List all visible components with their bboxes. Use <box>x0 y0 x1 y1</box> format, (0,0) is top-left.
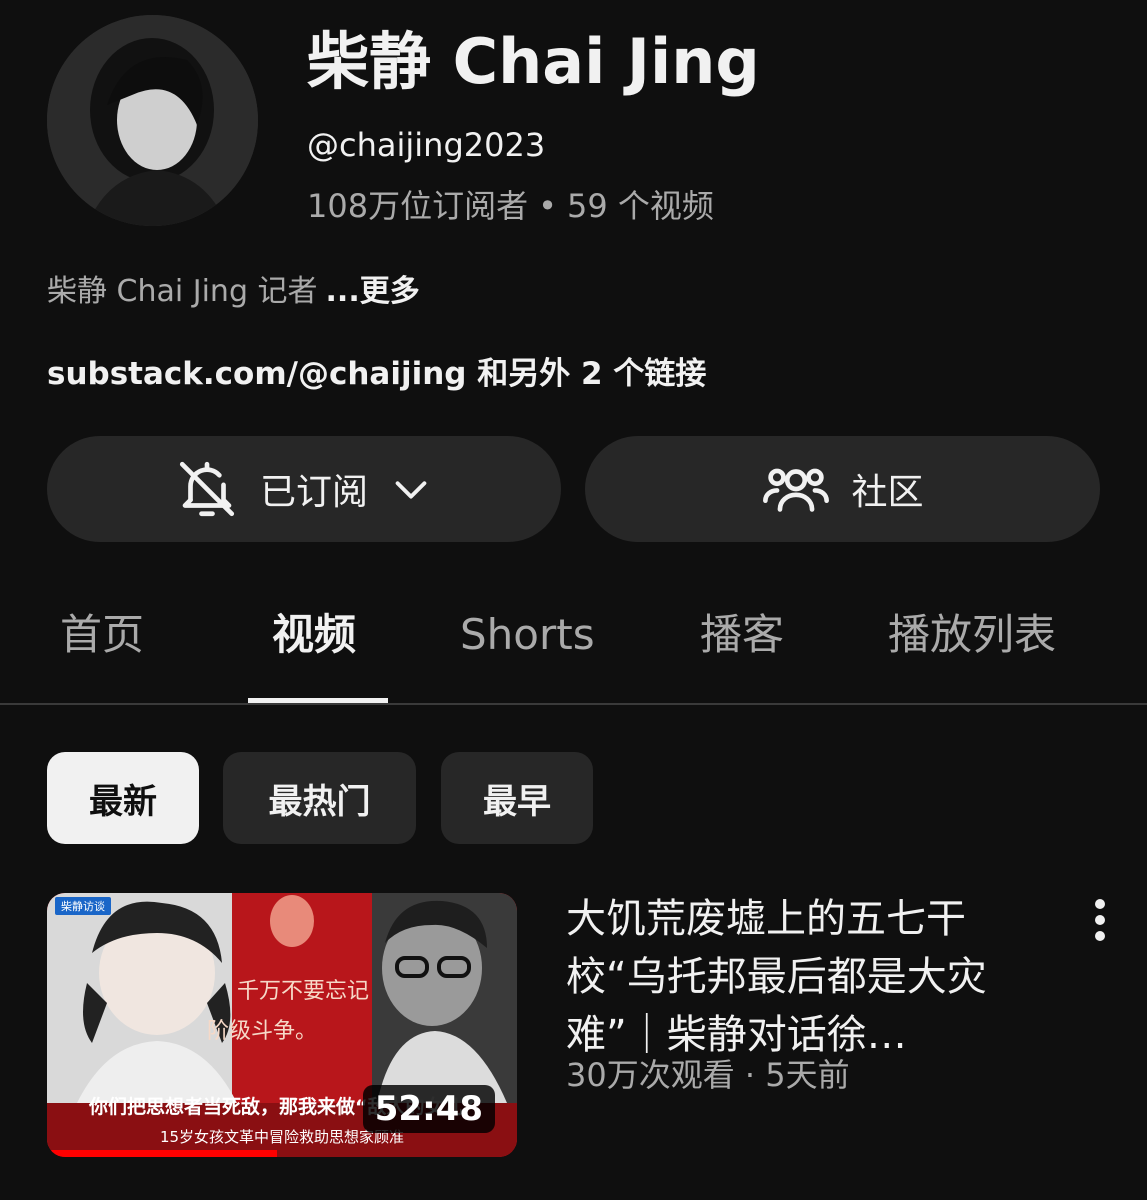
active-tab-indicator <box>248 698 388 703</box>
tab-videos[interactable]: 视频 <box>272 605 356 665</box>
video-meta: 30万次观看 · 5天前 <box>566 1056 850 1094</box>
svg-text:千万不要忘记: 千万不要忘记 <box>237 979 369 1004</box>
channel-handle: @chaijing2023 <box>307 126 546 164</box>
chevron-down-icon <box>388 466 434 512</box>
svg-text:阶级斗争。: 阶级斗争。 <box>207 1019 317 1044</box>
description-text: 柴静 Chai Jing 记者 <box>47 274 318 309</box>
video-duration: 52:48 <box>362 1085 495 1133</box>
tab-podcasts[interactable]: 播客 <box>700 605 784 665</box>
channel-links[interactable]: substack.com/@chaijing 和另外 2 个链接 <box>47 352 706 396</box>
subscriber-count: 108万位订阅者 <box>307 187 529 225</box>
channel-stats: 108万位订阅者 • 59 个视频 <box>307 183 714 229</box>
subscribed-label: 已订阅 <box>259 472 368 513</box>
channel-avatar[interactable] <box>47 15 258 226</box>
filter-latest[interactable]: 最新 <box>47 752 199 844</box>
channel-tabs: 首页 视频 Shorts 播客 播放列表 <box>0 590 1147 705</box>
community-label: 社区 <box>851 472 924 513</box>
tab-shorts[interactable]: Shorts <box>460 605 595 665</box>
watch-progress-bar <box>47 1150 278 1157</box>
thumbnail-tag: 柴静访谈 <box>55 897 111 915</box>
community-button[interactable]: 社区 <box>585 436 1100 542</box>
filter-popular[interactable]: 最热门 <box>223 752 416 844</box>
bell-off-icon <box>174 456 240 522</box>
tab-home[interactable]: 首页 <box>60 605 144 665</box>
channel-description[interactable]: 柴静 Chai Jing 记者 ...更多 <box>47 270 420 314</box>
video-title[interactable]: 大饥荒废墟上的五七干校“乌托邦最后都是大灾难”｜柴静对话徐… <box>566 890 1046 1064</box>
more-link[interactable]: ...更多 <box>326 274 420 309</box>
subscribed-button[interactable]: 已订阅 <box>47 436 561 542</box>
channel-name: 柴静 Chai Jing <box>307 25 760 98</box>
people-icon <box>761 454 831 524</box>
more-options-icon[interactable] <box>1083 895 1117 945</box>
filter-oldest[interactable]: 最早 <box>441 752 593 844</box>
video-thumbnail[interactable]: 千万不要忘记 阶级斗争。 柴静访谈 你们把思想者当死敌，那我来做“敌人的女儿” … <box>47 893 517 1157</box>
tab-playlists[interactable]: 播放列表 <box>888 605 1056 665</box>
video-count: 59 个视频 <box>566 187 714 225</box>
stats-separator: • <box>538 187 557 225</box>
